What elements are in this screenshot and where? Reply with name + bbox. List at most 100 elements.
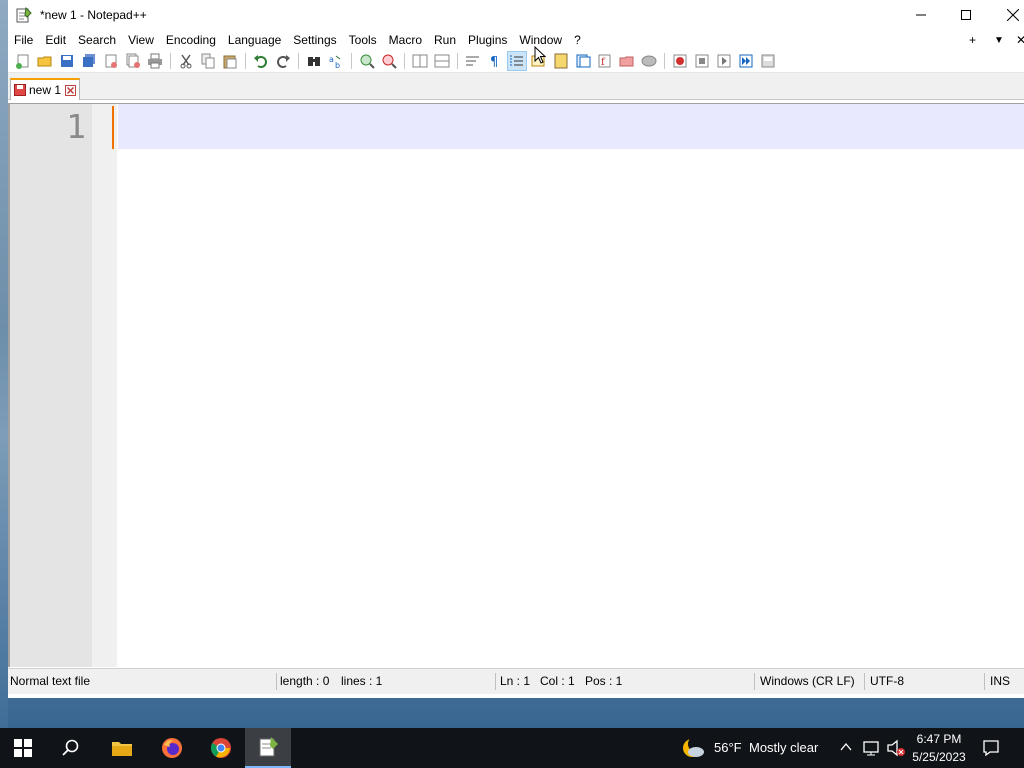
close-doc-button[interactable]: ✕ — [1016, 30, 1024, 50]
file-explorer-button[interactable] — [99, 728, 145, 768]
redo-button[interactable] — [274, 52, 292, 70]
menu-macro[interactable]: Macro — [383, 30, 428, 50]
close-file-button[interactable] — [102, 52, 120, 70]
document-map-icon — [554, 53, 568, 69]
show-all-chars-button[interactable]: ¶ — [486, 52, 504, 70]
add-tab-button[interactable]: + — [969, 30, 976, 50]
copy-icon — [201, 53, 215, 69]
tab-label: new 1 — [29, 83, 62, 97]
status-separator — [276, 673, 277, 690]
menu-settings[interactable]: Settings — [287, 30, 342, 50]
tab-list-dropdown[interactable]: ▼ — [994, 30, 1004, 50]
zoom-in-button[interactable] — [358, 52, 376, 70]
menu-encoding[interactable]: Encoding — [160, 30, 222, 50]
notepadpp-taskbar-button[interactable] — [245, 728, 291, 768]
stop-icon — [695, 54, 709, 68]
weather-condition[interactable]: Mostly clear — [749, 740, 818, 755]
menu-run[interactable]: Run — [428, 30, 462, 50]
tab-new-1[interactable]: new 1 — [10, 78, 80, 100]
status-insert-mode[interactable]: INS — [990, 669, 1010, 694]
clock-date: 5/25/2023 — [912, 750, 966, 764]
zoom-out-button[interactable] — [380, 52, 398, 70]
chrome-button[interactable] — [198, 728, 244, 768]
toolbar-separator — [298, 53, 299, 69]
status-separator — [864, 673, 865, 690]
search-button[interactable] — [48, 728, 94, 768]
save-macro-icon — [761, 54, 775, 68]
replace-button[interactable]: ab — [327, 52, 345, 70]
save-button[interactable] — [58, 52, 76, 70]
document-list-button[interactable] — [574, 52, 592, 70]
play-macro-button[interactable] — [715, 52, 733, 70]
close-all-button[interactable] — [124, 52, 142, 70]
tab-close-icon[interactable] — [65, 84, 77, 96]
paste-button[interactable] — [221, 52, 239, 70]
save-all-button[interactable] — [80, 52, 98, 70]
document-map-button[interactable] — [552, 52, 570, 70]
undo-button[interactable] — [252, 52, 270, 70]
system-clock[interactable]: 6:47 PM 5/25/2023 — [904, 730, 974, 766]
open-file-button[interactable] — [36, 52, 54, 70]
status-separator — [495, 673, 496, 690]
save-macro-button[interactable] — [759, 52, 777, 70]
menu-language[interactable]: Language — [222, 30, 287, 50]
close-button[interactable] — [990, 0, 1024, 30]
fold-margin[interactable] — [92, 104, 117, 667]
menu-view[interactable]: View — [122, 30, 160, 50]
new-file-button[interactable] — [14, 52, 32, 70]
pilcrow-icon: ¶ — [490, 55, 498, 69]
sync-vertical-icon — [412, 54, 428, 68]
firefox-button[interactable] — [149, 728, 195, 768]
tab-bar: new 1 — [8, 73, 1024, 100]
paste-icon — [223, 55, 237, 69]
monitoring-icon — [641, 55, 657, 67]
clock-time: 6:47 PM — [916, 732, 962, 746]
menu-file[interactable]: File — [8, 30, 39, 50]
network-icon[interactable] — [862, 739, 880, 757]
toolbar-separator — [664, 53, 665, 69]
print-icon — [148, 53, 162, 69]
play-icon — [717, 54, 731, 68]
toolbar: ab ¶ f — [8, 50, 1024, 73]
word-wrap-icon — [466, 56, 479, 66]
monitoring-button[interactable] — [640, 52, 658, 70]
run-macro-multiple-button[interactable] — [737, 52, 755, 70]
menu-search[interactable]: Search — [72, 30, 122, 50]
menu-plugins[interactable]: Plugins — [462, 30, 513, 50]
weather-temp[interactable]: 56°F — [714, 740, 742, 755]
title-bar[interactable]: *new 1 - Notepad++ — [8, 0, 1024, 30]
sync-vertical-button[interactable] — [411, 52, 429, 70]
find-button[interactable] — [305, 52, 323, 70]
status-ln: Ln : 1 — [500, 674, 531, 688]
volume-muted-icon[interactable] — [886, 739, 906, 757]
folder-icon — [112, 742, 132, 756]
status-eol[interactable]: Windows (CR LF) — [760, 669, 855, 694]
editor-area[interactable]: 1 — [8, 103, 1024, 667]
menu-help[interactable]: ? — [568, 30, 587, 50]
indent-guide-button[interactable] — [507, 51, 527, 71]
close-all-icon — [126, 53, 140, 68]
menu-edit[interactable]: Edit — [39, 30, 72, 50]
maximize-button[interactable] — [943, 0, 989, 30]
sync-horizontal-button[interactable] — [433, 52, 451, 70]
cut-button[interactable] — [177, 52, 195, 70]
stop-macro-button[interactable] — [693, 52, 711, 70]
minimize-icon — [916, 14, 926, 16]
word-wrap-button[interactable] — [464, 52, 482, 70]
notification-icon[interactable] — [982, 739, 1000, 757]
function-list-button[interactable]: f — [596, 52, 614, 70]
status-encoding[interactable]: UTF-8 — [870, 669, 904, 694]
start-button[interactable] — [0, 728, 46, 768]
print-button[interactable] — [146, 52, 164, 70]
taskbar: 56°F Mostly clear 6:47 PM 5/25/2023 — [0, 728, 1024, 768]
notepadpp-icon — [259, 737, 278, 757]
record-macro-button[interactable] — [671, 52, 689, 70]
replace-icon: ab — [329, 55, 341, 69]
sync-horizontal-icon — [434, 54, 450, 68]
chevron-up-icon[interactable] — [840, 742, 852, 752]
minimize-button[interactable] — [898, 0, 944, 30]
copy-button[interactable] — [199, 52, 217, 70]
folder-workspace-button[interactable] — [618, 52, 636, 70]
menu-tools[interactable]: Tools — [343, 30, 383, 50]
toolbar-separator — [245, 53, 246, 69]
